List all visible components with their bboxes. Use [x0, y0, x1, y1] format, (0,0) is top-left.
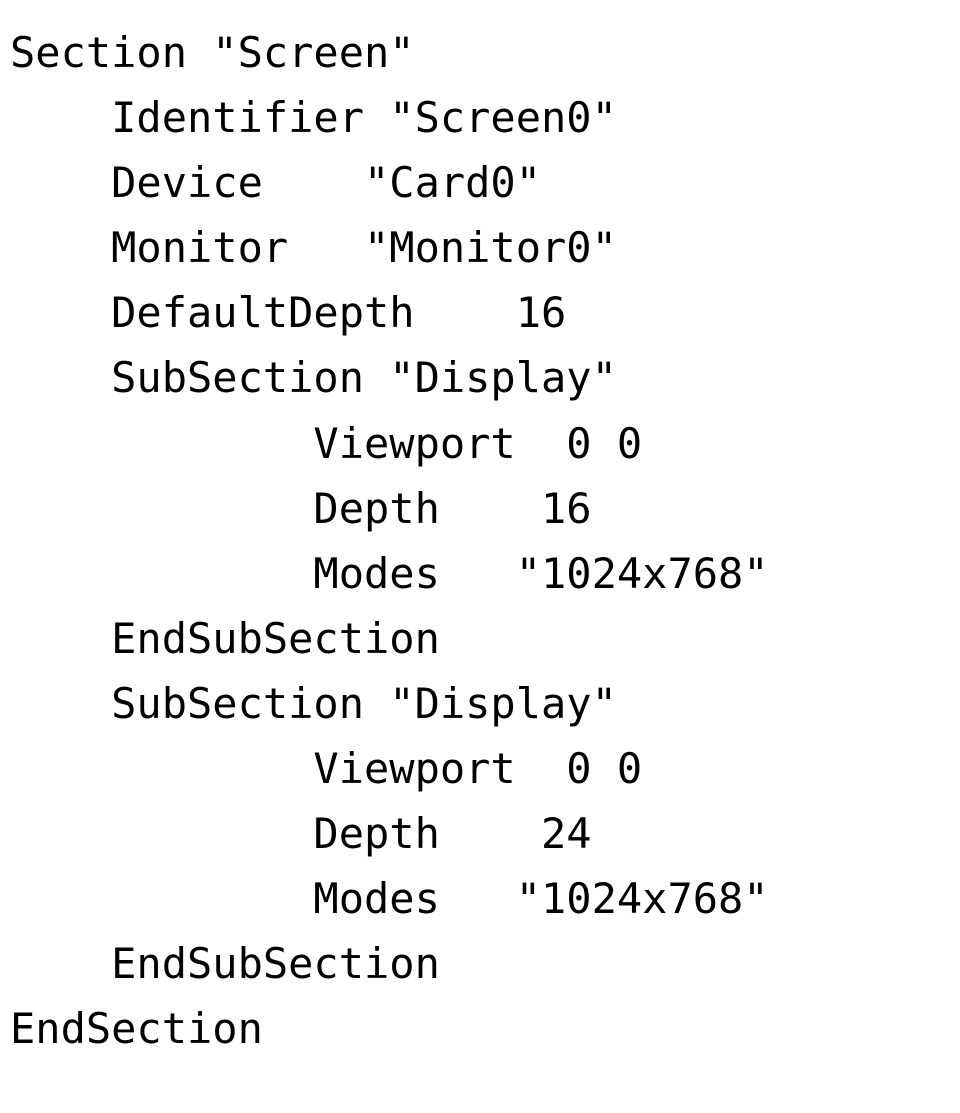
xorg-config-text: Section "Screen" Identifier "Screen0" De…: [0, 0, 960, 1082]
